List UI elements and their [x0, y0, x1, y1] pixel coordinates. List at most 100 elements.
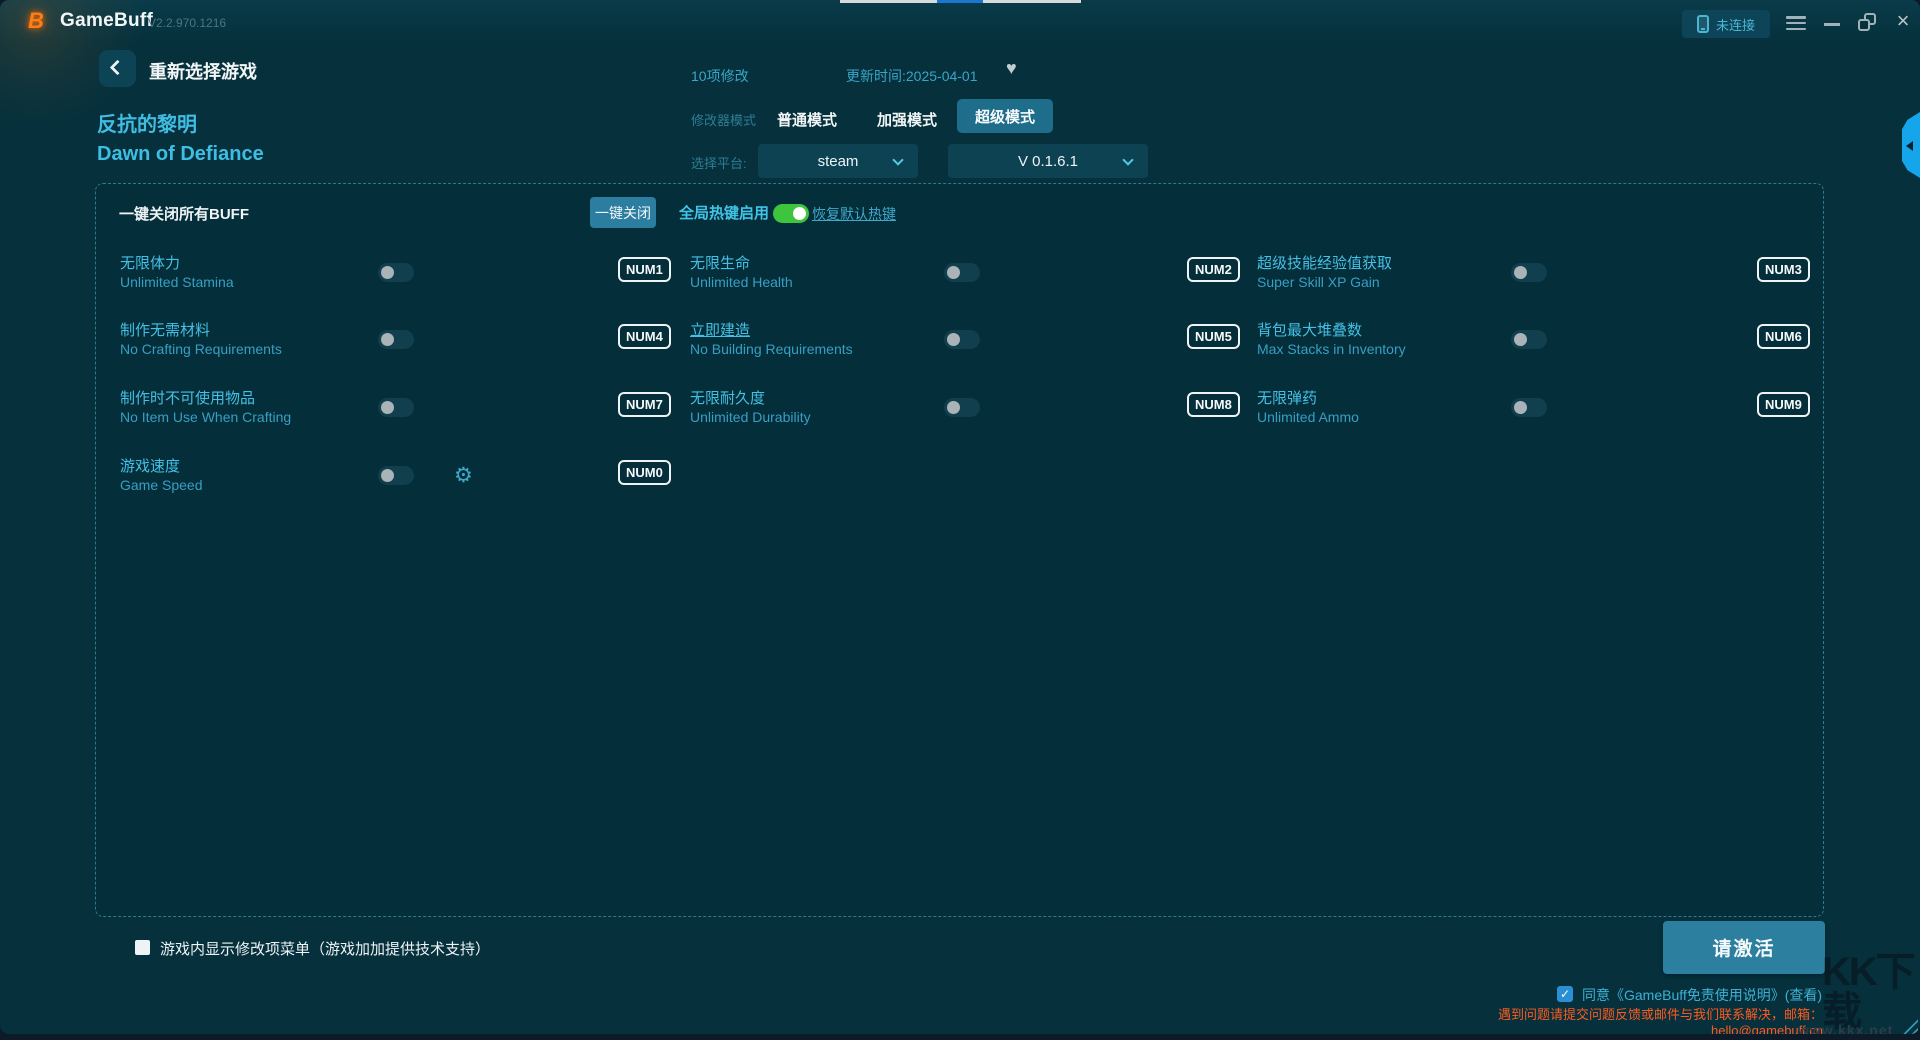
connection-status: 未连接 [1715, 17, 1755, 33]
buff-name-cn: 超级技能经验值获取 [1257, 255, 1393, 272]
buff-name-cn: 游戏速度 [120, 458, 181, 475]
hotkey-badge[interactable]: NUM2 [1187, 257, 1240, 282]
platform-dropdown[interactable]: steam [758, 144, 918, 178]
support-contact-text: 遇到问题请提交问题反馈或邮件与我们联系解决，邮箱：hello@gamebuff.… [1497, 1007, 1823, 1034]
buff-toggle[interactable] [1511, 330, 1547, 349]
buff-item-name: 无限生命 Unlimited Health [690, 254, 793, 292]
ingame-menu-checkbox[interactable] [135, 940, 150, 955]
buff-panel [95, 183, 1824, 917]
hotkey-badge[interactable]: NUM8 [1187, 392, 1240, 417]
restore-icon [1858, 19, 1870, 31]
buff-item-name: 制作无需材料 No Crafting Requirements [120, 321, 282, 359]
mobile-connection-chip[interactable]: 未连接 [1682, 10, 1770, 38]
toggle-knob [381, 469, 394, 482]
toggle-knob [381, 333, 394, 346]
watermark-site: www.kkx.net [1798, 1022, 1894, 1034]
buff-name-cn: 制作时不可使用物品 [120, 390, 256, 407]
buff-name-en: Unlimited Health [690, 274, 793, 290]
buff-name-cn: 背包最大堆叠数 [1257, 322, 1363, 339]
buff-toggle[interactable] [944, 398, 980, 417]
buff-toggle[interactable] [378, 466, 414, 485]
close-all-label: 一键关闭所有BUFF [119, 206, 249, 223]
toggle-knob [947, 401, 960, 414]
chevron-left-icon [109, 59, 126, 76]
activate-button[interactable]: 请激活 [1663, 921, 1825, 974]
buff-item-name: 无限体力 Unlimited Stamina [120, 254, 234, 292]
app-title: GameBuff [60, 10, 154, 31]
agree-checkbox[interactable]: ✓ [1557, 986, 1573, 1002]
buff-toggle[interactable] [1511, 263, 1547, 282]
buff-toggle[interactable] [944, 330, 980, 349]
settings-gear-icon[interactable]: ⚙ [454, 465, 473, 486]
restore-default-hotkeys-link[interactable]: 恢复默认热键 [812, 204, 896, 224]
toggle-knob [947, 266, 960, 279]
toggle-knob [947, 333, 960, 346]
menu-icon[interactable] [1786, 16, 1806, 30]
hotkey-badge[interactable]: NUM5 [1187, 324, 1240, 349]
hotkey-badge[interactable]: NUM7 [618, 392, 671, 417]
toggle-knob [1514, 401, 1527, 414]
close-all-button[interactable]: 一键关闭 [590, 197, 656, 228]
gamebuff-logo-icon: B [28, 8, 44, 33]
buff-name-en: Max Stacks in Inventory [1257, 341, 1406, 357]
buff-toggle[interactable] [378, 330, 414, 349]
game-name-en: Dawn of Defiance [97, 143, 264, 165]
mode-option-enhanced[interactable]: 加强模式 [877, 109, 937, 130]
buff-name-cn: 制作无需材料 [120, 322, 211, 339]
buff-name-en: Unlimited Stamina [120, 274, 234, 290]
hotkey-badge[interactable]: NUM4 [618, 324, 671, 349]
mode-option-normal[interactable]: 普通模式 [777, 109, 837, 130]
hotkey-badge[interactable]: NUM3 [1757, 257, 1810, 282]
toggle-knob [793, 207, 806, 220]
minimize-button[interactable] [1824, 23, 1840, 26]
hotkey-badge[interactable]: NUM6 [1757, 324, 1810, 349]
page-title: 重新选择游戏 [149, 62, 257, 82]
toggle-knob [1514, 333, 1527, 346]
buff-item-name: 无限弹药 Unlimited Ammo [1257, 389, 1359, 427]
favorite-heart-icon[interactable]: ♥ [1006, 58, 1017, 79]
buff-name-cn: 无限耐久度 [690, 390, 766, 407]
buff-name-en: No Item Use When Crafting [120, 409, 292, 425]
agree-disclaimer-link[interactable]: 同意《GameBuff免责使用说明》(查看) [1582, 985, 1822, 1005]
maximize-restore-button[interactable] [1858, 13, 1876, 31]
back-button[interactable] [99, 50, 136, 87]
buff-item-name: 制作时不可使用物品 No Item Use When Crafting [120, 389, 291, 427]
phone-icon [1696, 15, 1709, 33]
hotkey-badge[interactable]: NUM1 [618, 257, 671, 282]
watermark-logo: KK下载 [1822, 950, 1916, 1034]
mode-selector-label: 修改器模式 [691, 113, 757, 128]
buff-toggle[interactable] [378, 398, 414, 417]
buff-name-en: Unlimited Durability [690, 409, 811, 425]
chevron-down-icon [1122, 154, 1134, 166]
buff-name-en: Unlimited Ammo [1257, 409, 1359, 425]
buff-item-name: 无限耐久度 Unlimited Durability [690, 389, 811, 427]
side-drawer-handle[interactable] [1902, 112, 1920, 178]
mode-option-super-selected[interactable]: 超级模式 [957, 99, 1053, 133]
buff-toggle[interactable] [378, 263, 414, 282]
buff-item-name: 立即建造 No Building Requirements [690, 321, 853, 359]
buff-name-cn: 无限体力 [120, 255, 181, 272]
buff-item-name: 背包最大堆叠数 Max Stacks in Inventory [1257, 321, 1406, 359]
platform-value: steam [817, 152, 859, 170]
app-version: V2.2.970.1216 [148, 16, 227, 30]
hotkey-badge[interactable]: NUM9 [1757, 392, 1810, 417]
chevron-down-icon [892, 154, 904, 166]
global-hotkey-toggle[interactable] [773, 204, 809, 223]
buff-toggle[interactable] [944, 263, 980, 282]
gamebuff-window: B GameBuff V2.2.970.1216 未连接 × 重新选择游戏 10… [0, 0, 1920, 1034]
update-time: 更新时间:2025-04-01 [846, 68, 978, 84]
version-dropdown[interactable]: V 0.1.6.1 [948, 144, 1148, 178]
buff-name-en: Game Speed [120, 477, 203, 493]
toggle-knob [381, 401, 394, 414]
buff-item-name: 游戏速度 Game Speed [120, 457, 203, 495]
buff-name-cn: 立即建造 [690, 322, 751, 339]
background-window-fragment [937, 0, 983, 3]
game-name-cn: 反抗的黎明 [97, 114, 197, 136]
hotkey-badge[interactable]: NUM0 [618, 460, 671, 485]
buff-name-en: Super Skill XP Gain [1257, 274, 1380, 290]
close-button[interactable]: × [1892, 8, 1914, 34]
global-hotkey-label: 全局热键启用 [679, 205, 770, 222]
buff-name-en: No Building Requirements [690, 341, 853, 357]
version-value: V 0.1.6.1 [1017, 152, 1079, 170]
buff-toggle[interactable] [1511, 398, 1547, 417]
